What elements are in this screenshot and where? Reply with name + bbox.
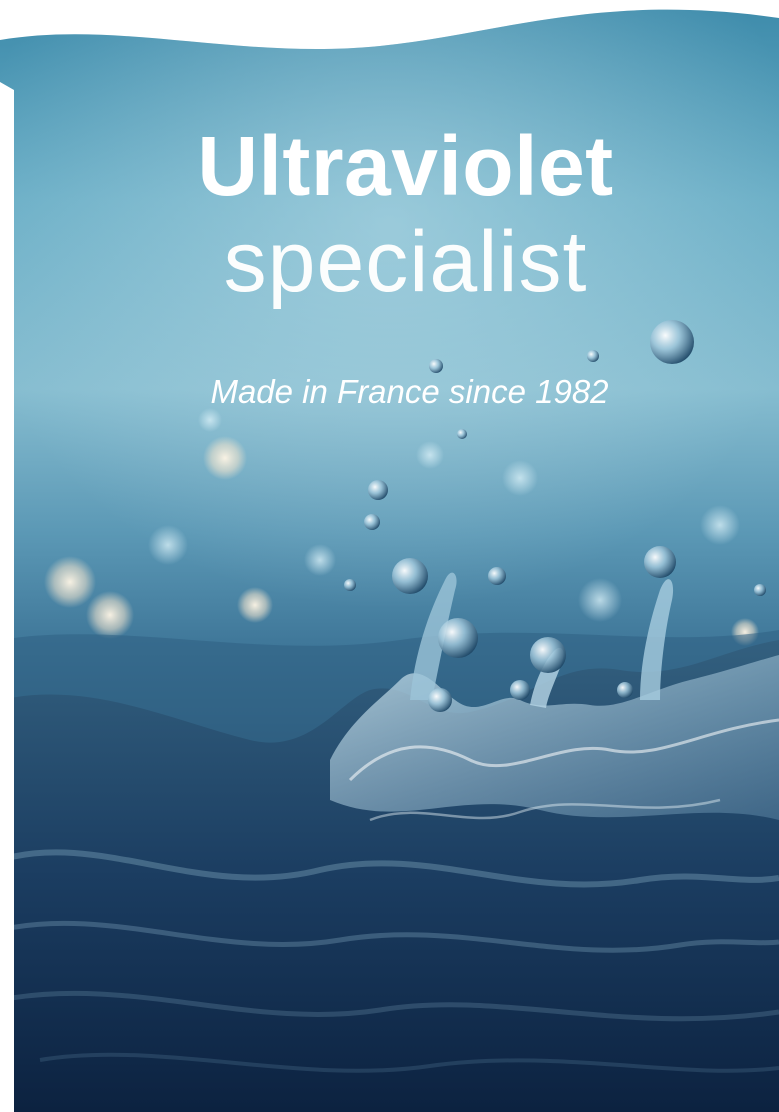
hero-banner: Ultraviolet specialist Made in France si… [0,0,779,1112]
hero-headline: Ultraviolet specialist [0,118,779,310]
hero-title-light: specialist [223,214,588,310]
hero-tagline: Made in France since 1982 [210,373,609,410]
hero-title-bold: Ultraviolet [197,119,614,213]
